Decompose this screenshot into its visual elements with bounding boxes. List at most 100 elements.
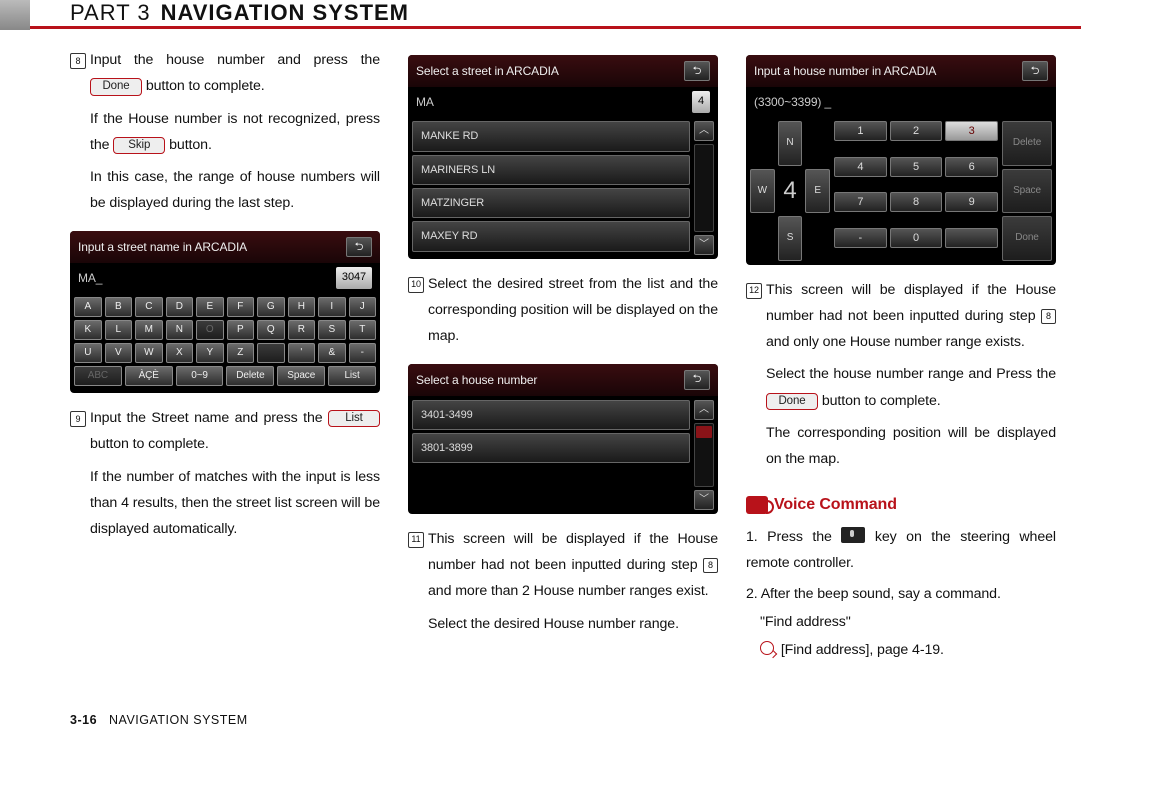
scroll-up-icon[interactable]: ︿ — [694, 400, 714, 420]
key-space[interactable]: Space — [277, 366, 325, 386]
key-amp[interactable]: & — [318, 343, 346, 363]
step8-p2-b: button. — [169, 137, 212, 153]
key-j[interactable]: J — [349, 297, 377, 317]
numkey-9[interactable]: 9 — [945, 192, 998, 212]
key-i[interactable]: I — [318, 297, 346, 317]
step-9: 9 Input the Street name and press the Li… — [70, 405, 380, 548]
voice-command-heading: Voice Command — [746, 490, 1056, 520]
numkey-6[interactable]: 6 — [945, 157, 998, 177]
column-3: Input a house number in ARCADIA ⮌ (3300~… — [746, 47, 1056, 663]
page-footer: 3-16 NAVIGATION SYSTEM — [70, 713, 1081, 727]
house-range-item[interactable]: 3801-3899 — [412, 433, 690, 463]
street-item[interactable]: MATZINGER — [412, 188, 690, 218]
step-number-9: 9 — [70, 411, 86, 427]
mic-button-icon — [841, 527, 865, 543]
street-item[interactable]: MANKE RD — [412, 121, 690, 151]
key-x[interactable]: X — [166, 343, 194, 363]
dpad-s[interactable]: S — [778, 216, 803, 260]
key-s[interactable]: S — [318, 320, 346, 340]
ss4-subtext: (3300~3399) _ — [754, 91, 831, 113]
key-num-mode[interactable]: 0~9 — [176, 366, 224, 386]
done-button-label: Done — [90, 78, 142, 96]
sidekey-delete[interactable]: Delete — [1002, 121, 1052, 165]
key-l[interactable]: L — [105, 320, 133, 340]
key-accent-mode[interactable]: ÀÇÈ — [125, 366, 173, 386]
scroll-down-icon[interactable]: ﹀ — [694, 490, 714, 510]
voice-ref: [Find address], page 4-19. — [781, 642, 944, 658]
key-n[interactable]: N — [166, 320, 194, 340]
step-number-10: 10 — [408, 277, 424, 293]
ss3-title: Select a house number — [416, 369, 537, 391]
numkey-5[interactable]: 5 — [890, 157, 943, 177]
voice-cmd: "Find address" — [760, 609, 1056, 635]
key-h[interactable]: H — [288, 297, 316, 317]
screenshot-select-house-number: Select a house number ⮌ 3401-3499 3801-3… — [408, 364, 718, 514]
key-g[interactable]: G — [257, 297, 285, 317]
step-number-12: 12 — [746, 283, 762, 299]
scroll-thumb[interactable] — [696, 426, 712, 438]
sidekey-done[interactable]: Done — [1002, 216, 1052, 260]
step8-p3: In this case, the range of house numbers… — [90, 164, 380, 217]
street-item[interactable]: MAXEY RD — [412, 221, 690, 251]
key-d[interactable]: D — [166, 297, 194, 317]
key-u[interactable]: U — [74, 343, 102, 363]
step-11: 11 This screen will be displayed if the … — [408, 526, 718, 643]
key-e[interactable]: E — [196, 297, 224, 317]
back-icon[interactable]: ⮌ — [346, 237, 372, 257]
key-f[interactable]: F — [227, 297, 255, 317]
numkey-2[interactable]: 2 — [890, 121, 943, 141]
key-m[interactable]: M — [135, 320, 163, 340]
step11-b: and more than 2 House number ranges exis… — [428, 583, 709, 599]
key-t[interactable]: T — [349, 320, 377, 340]
key-abc-mode[interactable]: ABC — [74, 366, 122, 386]
key-z[interactable]: Z — [227, 343, 255, 363]
scroll-down-icon[interactable]: ﹀ — [694, 235, 714, 255]
dpad-e[interactable]: E — [805, 169, 830, 213]
step12-p3: The corresponding position will be displ… — [766, 420, 1056, 473]
sidekey-space[interactable]: Space — [1002, 169, 1052, 213]
numkey-0[interactable]: 0 — [890, 228, 943, 248]
numkey-3[interactable]: 3 — [945, 121, 998, 141]
key-blank[interactable] — [257, 343, 285, 363]
key-b[interactable]: B — [105, 297, 133, 317]
step12-p2-a: Select the house number range and Press … — [766, 366, 1056, 382]
key-o[interactable]: O — [196, 320, 224, 340]
numkey-7[interactable]: 7 — [834, 192, 887, 212]
step11-p2: Select the desired House number range. — [428, 611, 718, 637]
key-r[interactable]: R — [288, 320, 316, 340]
house-range-item[interactable]: 3401-3499 — [412, 400, 690, 430]
key-k[interactable]: K — [74, 320, 102, 340]
key-delete[interactable]: Delete — [226, 366, 274, 386]
numkey-1[interactable]: 1 — [834, 121, 887, 141]
numkey-8[interactable]: 8 — [890, 192, 943, 212]
screenshot-input-street-name: Input a street name in ARCADIA ⮌ MA_ 304… — [70, 231, 380, 393]
key-q[interactable]: Q — [257, 320, 285, 340]
key-a[interactable]: A — [74, 297, 102, 317]
dpad-w[interactable]: W — [750, 169, 775, 213]
street-item[interactable]: MARINERS LN — [412, 155, 690, 185]
step10-p: Select the desired street from the list … — [428, 271, 718, 350]
dpad-center: 4 — [778, 169, 803, 213]
back-icon[interactable]: ⮌ — [684, 61, 710, 81]
step12-a: This screen will be displayed if the Hou… — [766, 282, 1056, 324]
key-w[interactable]: W — [135, 343, 163, 363]
skip-button-label: Skip — [113, 137, 165, 155]
key-apos[interactable]: ' — [288, 343, 316, 363]
scroll-track[interactable] — [694, 144, 714, 231]
key-v[interactable]: V — [105, 343, 133, 363]
key-list[interactable]: List — [328, 366, 376, 386]
step8-text-b: button to complete. — [146, 78, 265, 94]
dpad-n[interactable]: N — [778, 121, 803, 165]
scroll-up-icon[interactable]: ︿ — [694, 121, 714, 141]
numkey-dash[interactable]: - — [834, 228, 887, 248]
key-p[interactable]: P — [227, 320, 255, 340]
numkey-4[interactable]: 4 — [834, 157, 887, 177]
back-icon[interactable]: ⮌ — [1022, 61, 1048, 81]
back-icon[interactable]: ⮌ — [684, 370, 710, 390]
key-c[interactable]: C — [135, 297, 163, 317]
key-y[interactable]: Y — [196, 343, 224, 363]
key-dash[interactable]: - — [349, 343, 377, 363]
scroll-track[interactable] — [694, 423, 714, 487]
numeric-keypad: 1 2 3 4 5 6 7 8 9 - 0 — [834, 121, 998, 260]
step-8: 8 Input the house number and press the D… — [70, 47, 380, 223]
